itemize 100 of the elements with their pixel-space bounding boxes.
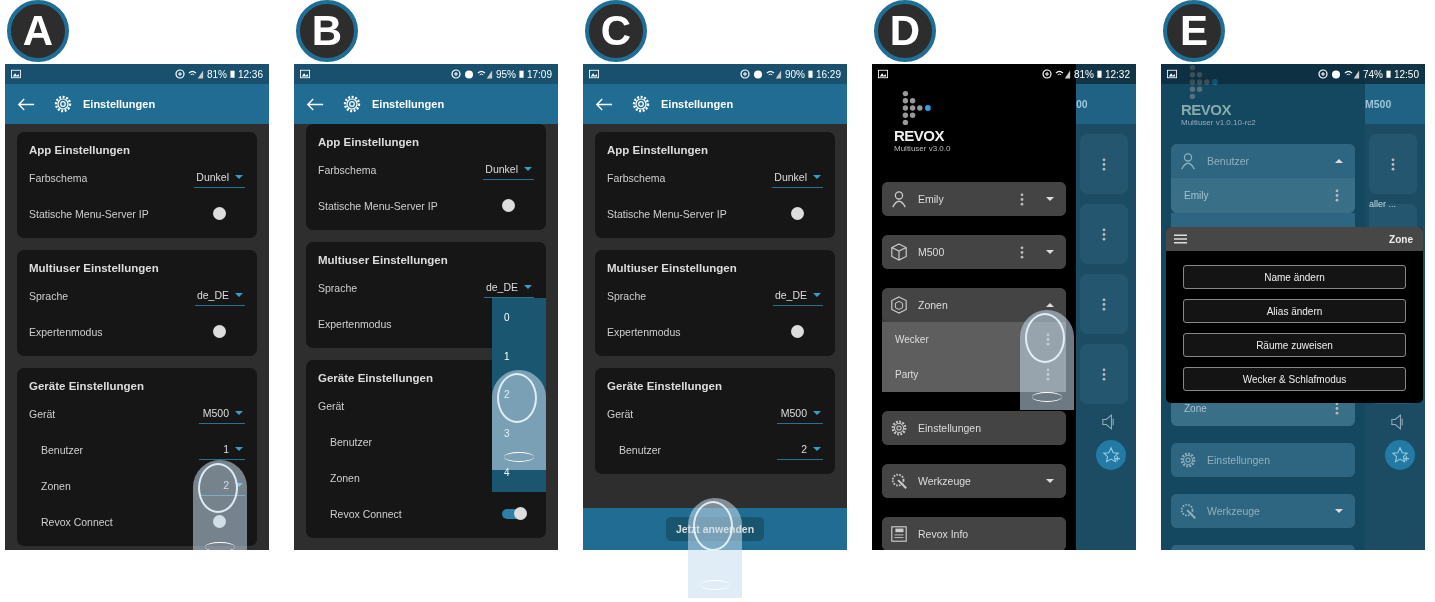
picture-icon	[11, 69, 21, 79]
back-arrow-icon[interactable]	[595, 97, 613, 111]
cube-icon	[890, 243, 908, 261]
gear-wrench-icon	[1179, 502, 1197, 520]
settings-icon	[631, 94, 651, 114]
back-arrow-icon[interactable]	[17, 97, 35, 111]
menu-icon[interactable]	[1174, 234, 1187, 244]
more-icon[interactable]	[1020, 245, 1024, 259]
menu-item[interactable]: Einstellungen	[882, 411, 1066, 445]
dropdown-select[interactable]: Dunkel	[772, 168, 823, 188]
setting-label: Benutzer	[330, 436, 373, 448]
sync-icon	[450, 69, 461, 79]
picture-icon	[589, 69, 599, 79]
setting-label: Farbschema	[318, 164, 377, 176]
favorite-add-button[interactable]	[1385, 440, 1415, 470]
setting-label: Sprache	[607, 290, 647, 302]
dialog-option-button[interactable]: Räume zuweisen	[1183, 333, 1406, 357]
caret-icon	[235, 410, 243, 415]
setting-label: Benutzer	[41, 444, 84, 456]
menu-item[interactable]: Zonen	[882, 288, 1066, 322]
caret-icon	[813, 446, 821, 451]
settings-icon	[342, 94, 362, 114]
sync-icon	[1041, 69, 1052, 79]
signal-icon	[1054, 69, 1071, 79]
sync-icon	[739, 69, 750, 79]
setting-label: Gerät	[318, 400, 345, 412]
setting-label: Expertenmodus	[607, 326, 681, 338]
picture-icon	[300, 69, 310, 79]
menu-item[interactable]: Revox Info	[882, 517, 1066, 550]
menu-item[interactable]: Werkzeuge	[882, 464, 1066, 498]
dropdown-select[interactable]: Dunkel	[483, 160, 534, 180]
dropdown-select[interactable]: M500	[777, 404, 823, 424]
screen-title: Einstellungen	[372, 98, 445, 110]
dialog-option-button[interactable]: Alias ändern	[1183, 299, 1406, 323]
submenu-item[interactable]: Wecker	[882, 322, 1066, 357]
battery-percent: 90%	[784, 68, 805, 80]
menu-label: Werkzeuge	[918, 475, 972, 487]
battery-icon	[1096, 69, 1102, 79]
signal-icon	[187, 69, 204, 79]
favorite-add-button[interactable]	[1096, 440, 1126, 470]
setting-label: Farbschema	[29, 172, 88, 184]
screen-title: Einstellungen	[661, 98, 734, 110]
setting-label: Zonen	[330, 472, 360, 484]
star-plus-icon	[1391, 446, 1409, 464]
battery-percent: 81%	[206, 68, 227, 80]
speaker-icon	[1102, 414, 1114, 430]
user-icon	[890, 190, 908, 208]
card-title: Geräte Einstellungen	[318, 372, 435, 384]
caret-icon	[235, 446, 243, 451]
sync-icon	[1317, 69, 1328, 79]
submenu-item[interactable]: Party	[882, 357, 1066, 392]
caret-icon	[235, 292, 243, 297]
back-arrow-icon[interactable]	[306, 97, 324, 111]
menu-item[interactable]: Emily	[882, 182, 1066, 216]
submenu-label: Emily	[1184, 190, 1209, 201]
settings-icon	[890, 419, 908, 437]
toggle-switch[interactable]	[502, 509, 526, 519]
dropdown-select[interactable]: 2	[777, 440, 823, 460]
card-title: App Einstellungen	[29, 144, 131, 156]
card-title: Multiuser Einstellungen	[29, 262, 160, 274]
caret-icon	[235, 482, 243, 487]
clock-time: 12:50	[1393, 68, 1419, 80]
step-letter-badge: C	[585, 0, 647, 62]
card-title: App Einstellungen	[607, 144, 709, 156]
picture-icon	[878, 69, 888, 79]
setting-label: Sprache	[29, 290, 69, 302]
setting-label: Gerät	[607, 408, 634, 420]
dropdown-option[interactable]: 1	[492, 350, 546, 362]
caret-icon	[524, 166, 532, 171]
battery-icon	[229, 69, 235, 79]
menu-label: Zonen	[918, 299, 949, 311]
setting-label: Sprache	[318, 282, 358, 294]
setting-label: Farbschema	[607, 172, 666, 184]
dialog-option-button[interactable]: Wecker & Schlafmodus	[1183, 367, 1406, 391]
menu-item[interactable]: M500	[882, 235, 1066, 269]
dropdown-select[interactable]: 1	[199, 440, 245, 460]
menu-label: Einstellungen	[1207, 454, 1272, 466]
info-sheet-icon	[890, 525, 908, 543]
dropdown-select[interactable]: de_DE	[483, 278, 534, 298]
battery-percent: 95%	[495, 68, 516, 80]
dropdown-option[interactable]: 4	[492, 467, 546, 479]
dropdown-select[interactable]: de_DE	[772, 286, 823, 306]
brand-logo: REVOX	[1181, 102, 1231, 118]
card-title: Geräte Einstellungen	[607, 380, 724, 392]
clock-time: 17:09	[526, 68, 552, 80]
battery-percent: 74%	[1362, 68, 1383, 80]
submenu-label: Wecker	[895, 334, 929, 345]
device-title: 00	[1076, 98, 1088, 110]
signal-icon	[1343, 69, 1360, 79]
menu-label: Werkzeuge	[1207, 505, 1261, 517]
caret-icon	[813, 174, 821, 179]
app-version: Multiuser v1.0.10-rc2	[1181, 118, 1256, 127]
dropdown-select[interactable]: M500	[199, 404, 245, 424]
dropdown-option[interactable]: 0	[492, 311, 546, 323]
dialog-option-button[interactable]: Name ändern	[1183, 265, 1406, 289]
menu-label: M500	[918, 246, 946, 258]
room-text: aller ...	[1369, 199, 1396, 209]
dropdown-select[interactable]: de_DE	[194, 286, 245, 306]
dropdown-select[interactable]: Dunkel	[194, 168, 245, 188]
more-icon[interactable]	[1020, 192, 1024, 206]
